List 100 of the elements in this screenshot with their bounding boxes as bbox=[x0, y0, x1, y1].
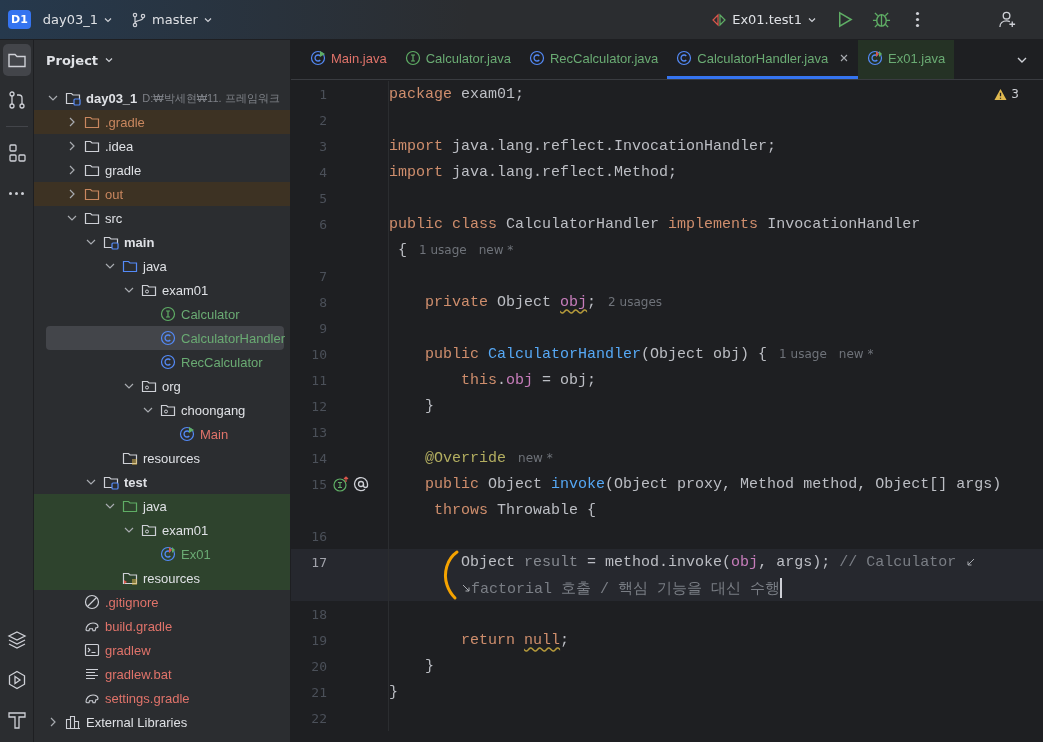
implements-icon[interactable] bbox=[333, 476, 349, 492]
code-keyword: throws bbox=[434, 501, 489, 519]
editor-tab[interactable]: Calculator.java bbox=[395, 40, 520, 79]
tree-item[interactable]: out bbox=[34, 182, 290, 206]
tree-item[interactable]: Calculator bbox=[34, 302, 290, 326]
tree-item[interactable]: gradlew.bat bbox=[34, 662, 290, 686]
warning-count: 3 bbox=[1011, 87, 1019, 101]
tree-item[interactable]: main bbox=[34, 230, 290, 254]
code-field: obj bbox=[560, 293, 588, 311]
module-folder-icon bbox=[103, 234, 119, 250]
code-field: obj bbox=[506, 371, 534, 389]
tree-item[interactable]: org bbox=[34, 374, 290, 398]
editor-tab[interactable]: Ex01.java bbox=[858, 40, 955, 79]
editor-tab[interactable]: RecCalculator.java bbox=[519, 40, 668, 79]
tree-item[interactable]: RecCalculator bbox=[34, 350, 290, 374]
tree-item[interactable]: build.gradle bbox=[34, 614, 290, 638]
tree-item[interactable]: java bbox=[34, 254, 290, 278]
class-icon bbox=[160, 330, 176, 346]
tree-item[interactable]: resources bbox=[34, 446, 290, 470]
warning-icon bbox=[994, 87, 1008, 101]
tree-item[interactable]: .gradle bbox=[34, 110, 290, 134]
tree-item[interactable]: java bbox=[34, 494, 290, 518]
chevron-down-icon bbox=[104, 55, 115, 65]
code-text: = method.invoke( bbox=[587, 553, 732, 571]
structure-icon bbox=[6, 143, 27, 163]
tree-item[interactable]: gradle bbox=[34, 158, 290, 182]
project-selector[interactable]: day03_1 bbox=[36, 8, 120, 31]
module-folder-icon bbox=[103, 474, 119, 490]
bracket-mark bbox=[441, 549, 461, 601]
add-user-icon[interactable] bbox=[998, 10, 1017, 29]
code-keyword: this bbox=[461, 371, 498, 389]
tree-item[interactable]: CalculatorHandler bbox=[46, 326, 284, 350]
tree-item[interactable]: gradlew bbox=[34, 638, 290, 662]
branches-icon bbox=[6, 90, 27, 110]
folder-icon bbox=[84, 114, 100, 130]
tree-item[interactable]: .gitignore bbox=[34, 590, 290, 614]
code-text: } bbox=[425, 657, 435, 675]
code-text: exam01; bbox=[461, 85, 525, 103]
soft-wrap-icon bbox=[461, 583, 471, 593]
hammer-icon bbox=[6, 710, 27, 730]
resources-folder-icon bbox=[122, 450, 138, 466]
folder-icon bbox=[84, 186, 100, 202]
layers-icon bbox=[6, 630, 27, 650]
tree-item[interactable]: src bbox=[34, 206, 290, 230]
code-keyword: import bbox=[389, 137, 443, 155]
code-function: CalculatorHandler bbox=[488, 345, 642, 363]
tree-item[interactable]: test bbox=[34, 470, 290, 494]
tree-item[interactable]: resources bbox=[34, 566, 290, 590]
terminal-icon bbox=[84, 642, 100, 658]
tree-item[interactable]: exam01 bbox=[34, 278, 290, 302]
tree-item[interactable]: day03_1 D:₩박세현₩11. 프레임워크 bbox=[34, 86, 290, 110]
tree-item[interactable]: exam01 bbox=[34, 518, 290, 542]
code-text: java.lang.reflect.InvocationHandler; bbox=[452, 137, 777, 155]
tree-item[interactable]: settings.gradle bbox=[34, 686, 290, 710]
tree-item[interactable]: Main bbox=[34, 422, 290, 446]
code-text: (Object proxy, Method method, Object[] args) bbox=[605, 475, 1002, 493]
warning-indicator[interactable]: 3 bbox=[994, 87, 1019, 101]
class-run-icon bbox=[179, 426, 195, 442]
code-text: Object bbox=[488, 475, 543, 493]
class-test-icon bbox=[867, 50, 884, 66]
code-text: InvocationHandler bbox=[767, 215, 921, 233]
code-text: Throwable { bbox=[497, 501, 597, 519]
code-text: Object bbox=[461, 553, 516, 571]
inlay-hint: 1 usage bbox=[419, 243, 467, 257]
tree-item[interactable]: .idea bbox=[34, 134, 290, 158]
run-configuration-selector[interactable]: Ex01.test1 bbox=[705, 7, 823, 32]
run-hexagon-icon bbox=[6, 670, 27, 690]
code-text: = obj; bbox=[542, 371, 597, 389]
code-comment: factorial 호출 / 핵심 기능을 대신 수행 bbox=[471, 579, 781, 598]
tool-window-button[interactable] bbox=[2, 44, 31, 76]
close-icon[interactable] bbox=[839, 53, 850, 63]
at-sign-icon[interactable] bbox=[353, 476, 369, 492]
package-icon bbox=[141, 378, 157, 394]
project-badge: D1 bbox=[8, 10, 31, 29]
code-function: invoke bbox=[551, 475, 606, 493]
tree-item[interactable]: Ex01 bbox=[34, 542, 290, 566]
prohibited-icon bbox=[84, 594, 100, 610]
code-text: } bbox=[389, 683, 398, 701]
code-text: } bbox=[425, 397, 435, 415]
class-icon bbox=[160, 354, 176, 370]
interface-icon bbox=[404, 50, 421, 66]
branch-selector[interactable]: master bbox=[125, 7, 219, 32]
panel-title[interactable]: Project bbox=[34, 40, 290, 80]
tree-item[interactable]: choongang bbox=[34, 398, 290, 422]
bug-icon[interactable] bbox=[872, 10, 891, 29]
more-icon[interactable] bbox=[915, 11, 920, 28]
code-text: Object bbox=[497, 293, 552, 311]
class-test-icon bbox=[160, 546, 176, 562]
tree-item[interactable]: External Libraries bbox=[34, 710, 290, 734]
inlay-hint: 2 usages bbox=[608, 295, 663, 309]
code-text: ; bbox=[560, 631, 570, 649]
library-icon bbox=[65, 714, 81, 730]
class-icon bbox=[676, 50, 693, 66]
resources-folder-icon bbox=[122, 570, 138, 586]
code-keyword: public bbox=[425, 475, 480, 493]
editor-tab[interactable]: Main.java bbox=[301, 40, 396, 79]
code-text: . bbox=[497, 371, 507, 389]
folder-icon bbox=[84, 138, 100, 154]
code-keyword: package bbox=[389, 85, 452, 103]
code-keyword: import bbox=[389, 163, 443, 181]
